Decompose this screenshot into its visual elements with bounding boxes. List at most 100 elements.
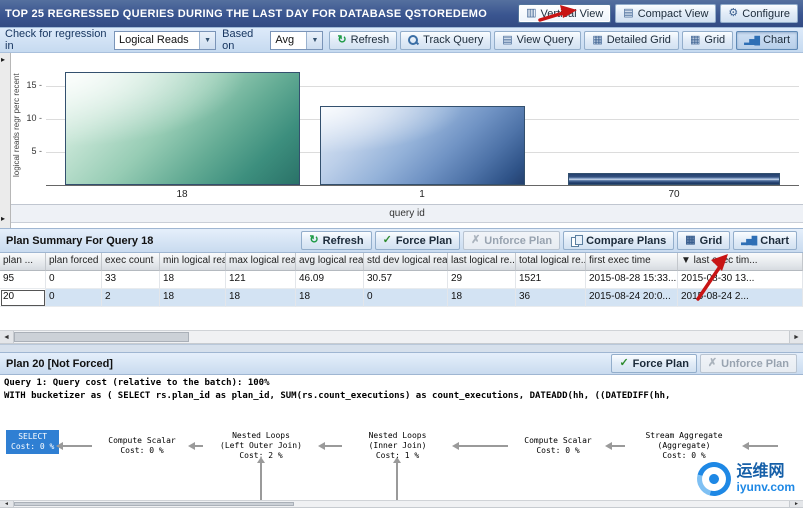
cell[interactable]: 18 — [448, 289, 516, 307]
cell[interactable]: 2015-08-24 2... — [678, 289, 803, 307]
compare-plans-button[interactable]: Compare Plans — [563, 231, 674, 250]
force-plan-button[interactable]: ✓ Force Plan — [375, 231, 460, 250]
plan-node-select[interactable]: SELECT Cost: 0 % — [6, 430, 59, 454]
metric-dropdown[interactable]: Logical Reads — [114, 31, 216, 50]
column-header[interactable]: max logical rea... — [226, 253, 296, 271]
chart-bar-query-18[interactable] — [65, 72, 300, 185]
cell-selected[interactable]: 20 — [0, 289, 46, 307]
plan-panel-header: Plan 20 [Not Forced] ✓ Force Plan ✗ Unfo… — [0, 352, 803, 375]
grid-icon: ▦ — [685, 235, 695, 246]
iyunv-logo-icon — [690, 456, 736, 502]
grid-icon: ▦ — [592, 35, 602, 46]
based-on-label: Based on — [222, 28, 264, 52]
scroll-right-icon[interactable] — [789, 331, 803, 343]
cell[interactable]: 18 — [296, 289, 364, 307]
scrollbar-thumb[interactable] — [14, 332, 189, 342]
column-header[interactable]: total logical re... — [516, 253, 586, 271]
plan-horizontal-scrollbar[interactable] — [0, 500, 803, 508]
watermark-name: 运维网 — [737, 464, 795, 481]
refresh-label: Refresh — [323, 235, 364, 247]
cell[interactable]: 18 — [160, 289, 226, 307]
vertical-view-button[interactable]: ▥ Vertical View — [518, 4, 611, 23]
cell[interactable]: 18 — [226, 289, 296, 307]
plan-node-compute-scalar-2[interactable]: Compute Scalar Cost: 0 % — [512, 436, 604, 456]
x-axis-title: query id — [389, 208, 425, 219]
cell[interactable]: 0 — [46, 271, 102, 289]
column-header-sorted[interactable]: ▼ last exec tim... — [678, 253, 803, 271]
view-query-button[interactable]: ▤ View Query — [494, 31, 581, 50]
chart-splitter-strip[interactable]: ▸ ▸ — [0, 53, 11, 228]
plan-edge-arrow — [190, 445, 203, 447]
chart-view-button[interactable]: ▂▅█ Chart — [736, 31, 798, 50]
configure-button[interactable]: ⚙ Configure — [720, 4, 798, 23]
column-header[interactable]: exec count — [102, 253, 160, 271]
column-header[interactable]: first exec time — [586, 253, 678, 271]
toolbar-buttons: ↻ Refresh Track Query ▤ View Query ▦ Det… — [329, 31, 798, 50]
plan-force-plan-button[interactable]: ✓ Force Plan — [611, 354, 696, 373]
plan-node-clipped[interactable]: Nested Loops (Inner Join) Cost: 1 % — [782, 431, 803, 461]
column-header[interactable]: avg logical rea... — [296, 253, 364, 271]
cell[interactable]: 30.57 — [364, 271, 448, 289]
column-header[interactable]: std dev logical rea... — [364, 253, 448, 271]
cell[interactable]: 2 — [102, 289, 160, 307]
grid-label: Grid — [700, 235, 723, 247]
chevron-down-icon[interactable] — [199, 32, 215, 49]
plan-summary-refresh-button[interactable]: ↻ Refresh — [301, 231, 371, 250]
cell[interactable]: 2015-08-28 15:33... — [586, 271, 678, 289]
scrollbar-thumb[interactable] — [14, 502, 294, 506]
report-toolbar: Check for regression in Logical Reads Ba… — [0, 27, 803, 53]
track-query-button[interactable]: Track Query — [400, 31, 491, 50]
plan-node-stream-aggregate[interactable]: Stream Aggregate (Aggregate) Cost: 0 % — [628, 431, 740, 461]
collapse-arrow-icon[interactable]: ▸ — [1, 215, 5, 223]
compact-view-button[interactable]: ▤ Compact View — [615, 4, 716, 23]
collapse-arrow-icon[interactable]: ▸ — [1, 56, 5, 64]
based-on-dropdown[interactable]: Avg — [270, 31, 323, 50]
chart-bar-query-1[interactable] — [320, 106, 525, 185]
query-cost-line: Query 1: Query cost (relative to the bat… — [4, 377, 799, 390]
compact-view-label: Compact View — [638, 8, 709, 20]
cell[interactable]: 121 — [226, 271, 296, 289]
unforce-plan-button[interactable]: ✗ Unforce Plan — [463, 231, 560, 250]
column-header[interactable]: plan ... — [0, 253, 46, 271]
grid-view-button[interactable]: ▦ Grid — [682, 31, 733, 50]
plan-node-compute-scalar[interactable]: Compute Scalar Cost: 0 % — [96, 436, 188, 456]
detailed-grid-button[interactable]: ▦ Detailed Grid — [584, 31, 679, 50]
plan-summary-chart-button[interactable]: ▂▅█ Chart — [733, 231, 797, 250]
cell[interactable]: 46.09 — [296, 271, 364, 289]
refresh-button[interactable]: ↻ Refresh — [329, 31, 397, 50]
force-plan-label: Force Plan — [396, 235, 452, 247]
based-on-dropdown-value: Avg — [271, 34, 306, 46]
table-row[interactable]: 95 0 33 18 121 46.09 30.57 29 1521 2015-… — [0, 271, 803, 289]
cell[interactable]: 95 — [0, 271, 46, 289]
grid-horizontal-scrollbar[interactable] — [0, 330, 803, 344]
chart-bar-query-70[interactable] — [568, 173, 780, 185]
chevron-down-icon[interactable] — [306, 32, 322, 49]
plan-unforce-plan-button[interactable]: ✗ Unforce Plan — [700, 354, 797, 373]
magnifier-icon — [408, 35, 419, 46]
table-row-selected[interactable]: 20 0 2 18 18 18 0 18 36 2015-08-24 20:0.… — [0, 289, 803, 307]
column-header[interactable]: min logical rea... — [160, 253, 226, 271]
execution-plan-diagram: SELECT Cost: 0 % Compute Scalar Cost: 0 … — [0, 405, 803, 500]
column-header[interactable]: plan forced — [46, 253, 102, 271]
cell[interactable]: 36 — [516, 289, 586, 307]
scroll-left-icon[interactable] — [0, 331, 14, 343]
scroll-right-icon[interactable] — [789, 501, 803, 507]
refresh-label: Refresh — [351, 34, 390, 46]
cell[interactable]: 33 — [102, 271, 160, 289]
cell[interactable]: 0 — [46, 289, 102, 307]
plan-summary-grid-button[interactable]: ▦ Grid — [677, 231, 730, 250]
cell[interactable]: 2015-08-24 20:0... — [586, 289, 678, 307]
regressed-queries-chart: ▸ ▸ logical reads regr perc recent 15 10… — [0, 53, 803, 228]
x-axis-title-band: query id — [11, 204, 803, 223]
cell[interactable]: 0 — [364, 289, 448, 307]
gear-icon: ⚙ — [728, 8, 738, 19]
grid-view-label: Grid — [704, 34, 725, 46]
cell[interactable]: 2015-08-30 13... — [678, 271, 803, 289]
query-store-report-window: TOP 25 REGRESSED QUERIES DURING THE LAST… — [0, 0, 803, 508]
cell[interactable]: 1521 — [516, 271, 586, 289]
column-header[interactable]: last logical re... — [448, 253, 516, 271]
plan-branch-line — [396, 462, 398, 500]
scroll-left-icon[interactable] — [0, 501, 14, 507]
cell[interactable]: 29 — [448, 271, 516, 289]
cell[interactable]: 18 — [160, 271, 226, 289]
